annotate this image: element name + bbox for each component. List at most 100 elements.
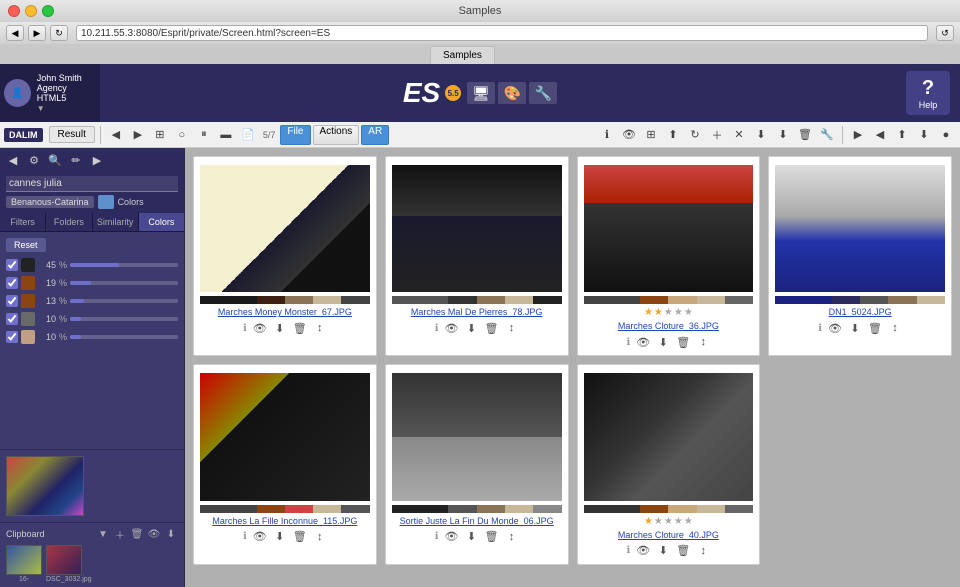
browser-tab[interactable]: Samples: [430, 46, 495, 64]
image-name-4[interactable]: DN1_5024.JPG: [829, 307, 892, 317]
sidebar-tab-folders[interactable]: Folders: [46, 213, 92, 231]
trash-btn-7[interactable]: 🗑: [676, 544, 690, 558]
info-btn-4[interactable]: ℹ: [818, 323, 822, 334]
image-name-3[interactable]: Marches Cloture_36.JPG: [618, 321, 719, 331]
tools-icon[interactable]: 🔧: [817, 125, 837, 145]
star-4-7[interactable]: ★: [674, 516, 683, 527]
refresh-button[interactable]: ↻: [50, 25, 68, 41]
clipboard-dropdown[interactable]: ▼: [96, 527, 110, 541]
image-name-6[interactable]: Sortie Juste La Fin Du Monde_06.JPG: [400, 516, 554, 526]
star-1-3[interactable]: ★: [644, 307, 653, 318]
download-btn-4[interactable]: ⬇: [848, 321, 862, 335]
sidebar-arrow-right[interactable]: ▶: [88, 151, 106, 169]
maximize-button[interactable]: [42, 5, 54, 17]
image-name-2[interactable]: Marches Mal De Pierres_78.JPG: [411, 307, 543, 317]
color-check-1[interactable]: [6, 259, 18, 271]
refresh2-icon[interactable]: ↻: [685, 125, 705, 145]
tools-btn-3[interactable]: ↕: [696, 335, 710, 349]
sidebar-tool3[interactable]: ✏: [67, 151, 85, 169]
clipboard-item-1[interactable]: 16-: [6, 545, 42, 583]
grid2-icon[interactable]: ⊞: [641, 125, 661, 145]
reload-button[interactable]: ↺: [936, 25, 954, 41]
color-slider-5[interactable]: [70, 335, 178, 339]
help-button[interactable]: ? Help: [906, 71, 950, 115]
eye-btn-4[interactable]: 👁: [828, 321, 842, 335]
tools-btn-6[interactable]: ↕: [505, 530, 519, 544]
reset-button[interactable]: Reset: [6, 238, 46, 252]
grid-icon[interactable]: ⊞: [150, 125, 170, 145]
sidebar-tab-similarity[interactable]: Similarity: [93, 213, 139, 231]
close-button[interactable]: [8, 5, 20, 17]
info-btn-7[interactable]: ℹ: [626, 545, 630, 556]
ar-button[interactable]: AR: [361, 125, 389, 145]
sidebar-arrow-left[interactable]: ◀: [4, 151, 22, 169]
clipboard-download[interactable]: ⬇: [164, 527, 178, 541]
minimize-button[interactable]: [25, 5, 37, 17]
tools-btn-7[interactable]: ↕: [696, 544, 710, 558]
star-3-3[interactable]: ★: [664, 307, 673, 318]
info-btn-1[interactable]: ℹ: [243, 323, 247, 334]
window-controls[interactable]: [8, 5, 54, 17]
star-2-3[interactable]: ★: [654, 307, 663, 318]
download-btn-3[interactable]: ⬇: [656, 335, 670, 349]
image-container-5[interactable]: [200, 373, 370, 500]
sidebar-tab-colors[interactable]: Colors: [139, 213, 184, 231]
image-name-1[interactable]: Marches Money Monster_67.JPG: [218, 307, 352, 317]
actions-button[interactable]: Actions: [313, 125, 360, 145]
info-btn-6[interactable]: ℹ: [435, 531, 439, 542]
download-btn-7[interactable]: ⬇: [656, 544, 670, 558]
color-check-4[interactable]: [6, 313, 18, 325]
eye-btn-2[interactable]: 👁: [445, 321, 459, 335]
trash-btn-2[interactable]: 🗑: [485, 321, 499, 335]
tools-btn-5[interactable]: ↕: [313, 530, 327, 544]
image-container-3[interactable]: [584, 165, 754, 292]
trash-btn-3[interactable]: 🗑: [676, 335, 690, 349]
color-check-2[interactable]: [6, 277, 18, 289]
slider-icon[interactable]: ▬: [216, 125, 236, 145]
download2-icon[interactable]: ⬇: [773, 125, 793, 145]
cross-icon[interactable]: ✕: [729, 125, 749, 145]
extra2-icon[interactable]: ◀: [870, 125, 890, 145]
eye-btn-7[interactable]: 👁: [636, 544, 650, 558]
download-btn-6[interactable]: ⬇: [465, 530, 479, 544]
color-slider-3[interactable]: [70, 299, 178, 303]
image-container-7[interactable]: [584, 373, 754, 500]
nav-forward-icon[interactable]: ▶: [128, 125, 148, 145]
image-container-4[interactable]: [775, 165, 945, 292]
result-tab[interactable]: Result: [49, 126, 95, 143]
image-name-7[interactable]: Marches Cloture_40.JPG: [618, 530, 719, 540]
star-2-7[interactable]: ★: [654, 516, 663, 527]
download-btn-5[interactable]: ⬇: [273, 530, 287, 544]
trash-btn-5[interactable]: 🗑: [293, 530, 307, 544]
trash-btn-1[interactable]: 🗑: [293, 321, 307, 335]
color-slider-2[interactable]: [70, 281, 178, 285]
sidebar-tool2[interactable]: 🔍: [46, 151, 64, 169]
info-btn-2[interactable]: ℹ: [435, 323, 439, 334]
sidebar-tool1[interactable]: ⚙: [25, 151, 43, 169]
color-slider-4[interactable]: [70, 317, 178, 321]
star-1-7[interactable]: ★: [644, 516, 653, 527]
circle-icon[interactable]: ○: [172, 125, 192, 145]
image-container-1[interactable]: [200, 165, 370, 292]
image-container-6[interactable]: [392, 373, 562, 500]
nav-back-icon[interactable]: ◀: [106, 125, 126, 145]
search-input[interactable]: [6, 176, 178, 192]
circle2-icon[interactable]: ●: [936, 125, 956, 145]
eye-btn-3[interactable]: 👁: [636, 335, 650, 349]
info-btn-5[interactable]: ℹ: [243, 531, 247, 542]
color-slider-1[interactable]: [70, 263, 178, 267]
back-button[interactable]: ◀: [6, 25, 24, 41]
color-check-3[interactable]: [6, 295, 18, 307]
user-panel[interactable]: 👤 John Smith Agency HTML5 ▼: [0, 64, 100, 122]
trash-btn-6[interactable]: 🗑: [485, 530, 499, 544]
extra1-icon[interactable]: ▶: [848, 125, 868, 145]
info-icon[interactable]: ℹ: [597, 125, 617, 145]
tools-btn-4[interactable]: ↕: [888, 321, 902, 335]
extra3-icon[interactable]: ⬇: [914, 125, 934, 145]
doc-icon[interactable]: 📄: [238, 125, 258, 145]
download-btn-2[interactable]: ⬇: [465, 321, 479, 335]
star-3-7[interactable]: ★: [664, 516, 673, 527]
eye-icon[interactable]: 👁: [619, 125, 639, 145]
eye-btn-1[interactable]: 👁: [253, 321, 267, 335]
clipboard-eye[interactable]: 👁: [147, 527, 161, 541]
